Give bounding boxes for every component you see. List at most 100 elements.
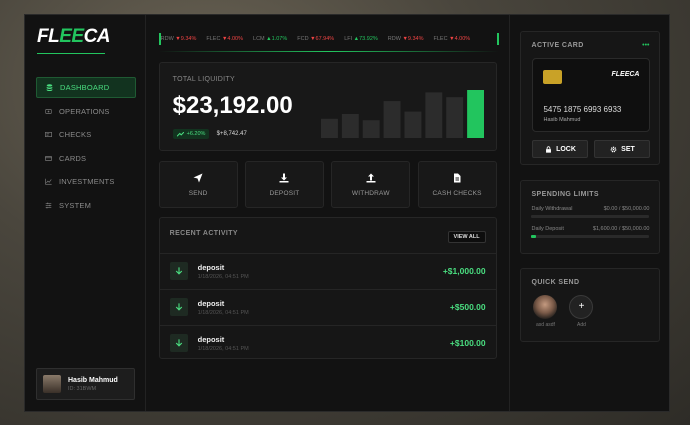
liquidity-bar xyxy=(404,111,421,138)
sidebar-item-operations[interactable]: OPERATIONS xyxy=(36,101,136,122)
spending-limits-panel: SPENDING LIMITS Daily Withdrawal $0.00 / … xyxy=(520,180,661,254)
ticker-item: FLEC ▼4.00% xyxy=(433,36,471,42)
view-all-button[interactable]: VIEW ALL xyxy=(447,231,486,243)
card-holder: Hasib Mahmud xyxy=(543,117,581,123)
bank-app-window: FLEECA DASHBOARD OPERATIONS CHECKS CARDS xyxy=(24,14,670,412)
sidebar-item-investments[interactable]: INVESTMENTS xyxy=(36,171,136,192)
liquidity-bar xyxy=(362,120,380,138)
gear-icon xyxy=(610,146,617,152)
activity-date: 1/18/2026, 04:51 PM xyxy=(197,309,249,316)
card-buttons: LOCK SET xyxy=(532,140,651,158)
sidebar-item-system[interactable]: SYSTEM xyxy=(36,195,136,216)
activity-amount: +$1,000.00 xyxy=(442,266,486,276)
ticker-item: RDW ▼9.34% xyxy=(160,36,197,42)
card-number: 5475 1875 6993 6933 xyxy=(543,105,622,114)
limit-value: $0.00 / $50,000.00 xyxy=(603,206,650,212)
ticker-item: RDW ▼9.34% xyxy=(387,36,424,42)
ticker-item: LCM ▲1.07% xyxy=(253,36,288,42)
liquidity-bar xyxy=(383,101,401,138)
check-icon xyxy=(45,132,52,138)
cash-checks-button[interactable]: CASH CHECKS xyxy=(417,161,497,208)
liquidity-bar xyxy=(341,114,359,138)
sidebar-item-cards[interactable]: CARDS xyxy=(36,148,136,169)
send-icon xyxy=(193,173,203,182)
lock-icon xyxy=(546,145,552,153)
send-button[interactable]: SEND xyxy=(158,161,238,208)
right-panel: ACTIVE CARD ••• FLEECA 5475 1875 6993 69… xyxy=(510,15,669,411)
user-profile-card[interactable]: Hasib Mahmud ID: 31BWM xyxy=(36,368,135,400)
contact-name: asd asdf xyxy=(536,322,555,328)
ticker-divider xyxy=(158,51,499,52)
recent-activity-panel: RECENT ACTIVITY VIEW ALL deposit 1/18/20… xyxy=(158,217,497,360)
activity-amount: +$500.00 xyxy=(449,302,486,312)
limit-value: $1,600.00 / $50,000.00 xyxy=(592,226,650,232)
quick-send-add[interactable]: + Add xyxy=(568,295,594,328)
activity-type: deposit xyxy=(197,334,225,344)
bank-card[interactable]: FLEECA 5475 1875 6993 6933 Hasib Mahmud xyxy=(532,58,651,132)
liquidity-bar-chart xyxy=(320,90,484,138)
ticker-item: FLEC ▼4.00% xyxy=(206,36,244,42)
limit-daily-withdrawal: Daily Withdrawal $0.00 / $50,000.00 xyxy=(531,206,650,218)
avatar xyxy=(533,295,558,319)
cash-checks-label: CASH CHECKS xyxy=(432,189,482,197)
card-chip xyxy=(543,70,563,84)
quick-send-panel: QUICK SEND asd asdf + Add xyxy=(520,268,661,342)
limit-progress-bar xyxy=(531,215,650,218)
set-button[interactable]: SET xyxy=(594,140,651,158)
exchange-icon xyxy=(45,108,52,114)
sidebar-item-label: INVESTMENTS xyxy=(59,177,115,187)
sidebar-item-label: CHECKS xyxy=(59,130,92,140)
activity-type: deposit xyxy=(197,262,225,272)
liquidity-delta: $+8,742.47 xyxy=(216,131,247,137)
total-liquidity-card: TOTAL LIQUIDITY $23,192.00 +6.20% $+8,74… xyxy=(158,62,497,151)
add-label: Add xyxy=(577,322,586,328)
deposit-label: DEPOSIT xyxy=(269,189,300,197)
user-name: Hasib Mahmud xyxy=(68,376,118,384)
activity-amount: +$100.00 xyxy=(449,338,486,348)
sidebar: FLEECA DASHBOARD OPERATIONS CHECKS CARDS xyxy=(25,15,146,411)
fleeca-logo: FLEECA xyxy=(37,26,111,47)
sidebar-item-dashboard[interactable]: DASHBOARD xyxy=(36,77,136,98)
spending-limits-title: SPENDING LIMITS xyxy=(531,191,599,198)
quick-send-contact[interactable]: asd asdf xyxy=(532,295,558,328)
sidebar-item-label: SYSTEM xyxy=(59,200,92,210)
sidebar-item-checks[interactable]: CHECKS xyxy=(36,124,136,145)
send-label: SEND xyxy=(188,189,208,197)
arrow-down-icon xyxy=(169,298,188,316)
lock-button[interactable]: LOCK xyxy=(532,140,589,158)
activity-type: deposit xyxy=(197,298,225,308)
liquidity-bar xyxy=(425,92,442,138)
limit-progress-bar xyxy=(531,235,650,238)
active-card-panel: ACTIVE CARD ••• FLEECA 5475 1875 6993 69… xyxy=(520,31,661,165)
sidebar-item-label: DASHBOARD xyxy=(60,83,110,92)
arrow-down-icon xyxy=(169,334,188,352)
stock-ticker: RDW ▼9.34% FLEC ▼4.00% LCM ▲1.07% FCD ▼67.9… xyxy=(158,33,499,45)
card-icon xyxy=(45,155,52,161)
chart-line-icon xyxy=(45,179,52,186)
user-id: ID: 31BWM xyxy=(68,385,97,392)
recent-activity-title: RECENT ACTIVITY xyxy=(169,230,238,237)
quick-actions: SEND DEPOSIT WITHDRAW CASH CHECKS xyxy=(158,161,497,208)
quick-send-title: QUICK SEND xyxy=(531,279,580,286)
deposit-button[interactable]: DEPOSIT xyxy=(244,161,324,208)
withdraw-label: WITHDRAW xyxy=(351,189,390,197)
table-row[interactable]: deposit 1/18/2026, 04:51 PM +$100.00 xyxy=(159,325,496,360)
trend-up-icon xyxy=(176,131,184,137)
arrow-down-icon xyxy=(169,262,188,280)
liquidity-bar xyxy=(466,90,484,138)
table-row[interactable]: deposit 1/18/2026, 04:51 PM +$1,000.00 xyxy=(159,253,496,288)
main-content: RDW ▼9.34% FLEC ▼4.00% LCM ▲1.07% FCD ▼67.9… xyxy=(146,15,511,411)
liquidity-bar xyxy=(320,118,338,138)
avatar xyxy=(43,375,61,393)
document-icon xyxy=(454,173,461,182)
withdraw-button[interactable]: WITHDRAW xyxy=(331,161,411,208)
plus-icon: + xyxy=(569,295,594,319)
sliders-icon xyxy=(45,202,52,209)
activity-date: 1/18/2026, 04:51 PM xyxy=(197,345,249,352)
limit-progress-fill xyxy=(531,235,537,238)
more-options-icon[interactable]: ••• xyxy=(642,42,649,49)
download-icon xyxy=(279,173,289,182)
active-card-title: ACTIVE CARD xyxy=(531,42,584,49)
upload-icon xyxy=(366,173,376,182)
table-row[interactable]: deposit 1/18/2026, 04:51 PM +$500.00 xyxy=(159,289,496,324)
